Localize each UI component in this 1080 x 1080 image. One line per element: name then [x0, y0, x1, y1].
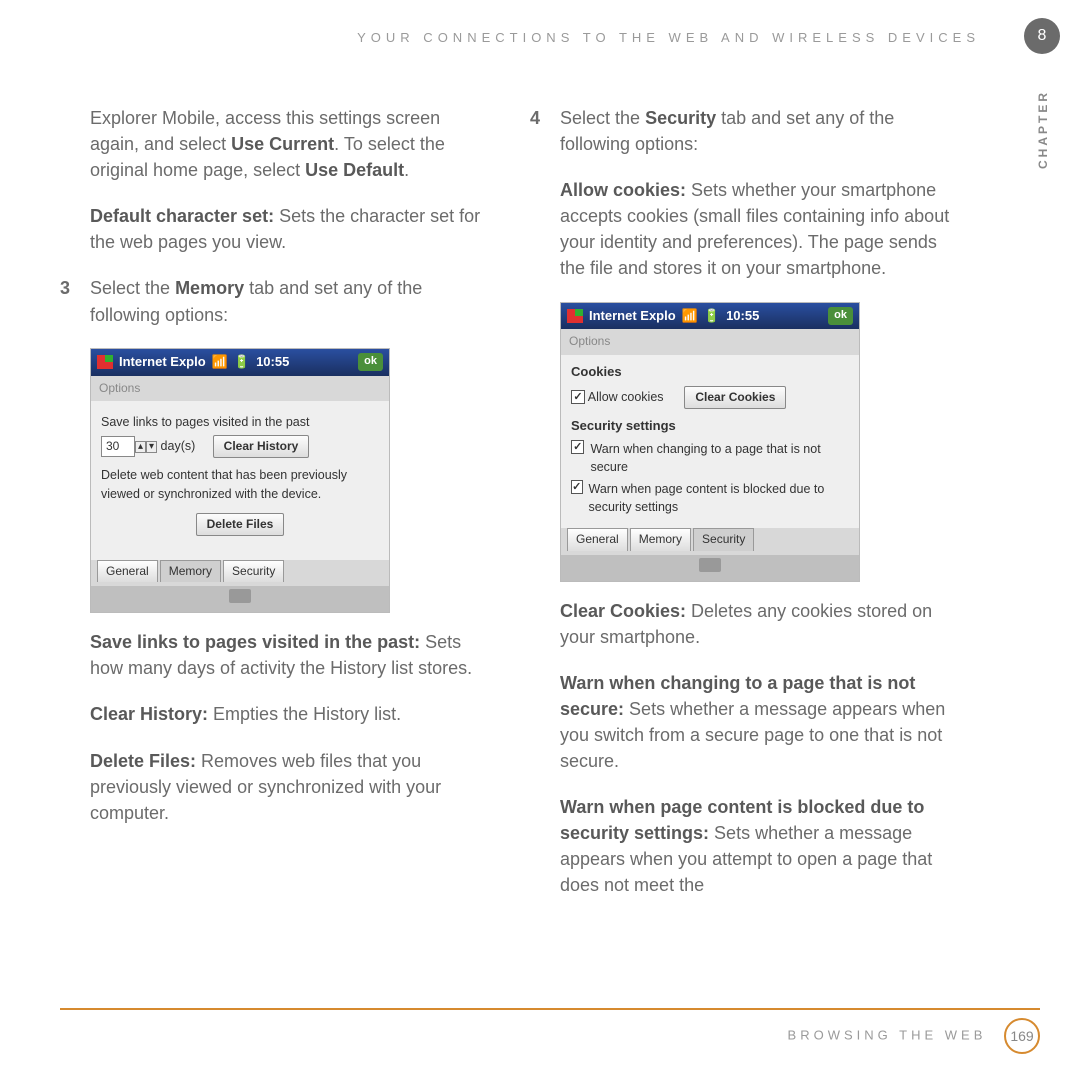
- ss-time: 10:55: [726, 307, 759, 326]
- tab-security[interactable]: Security: [223, 560, 284, 582]
- bold-use-current: Use Current: [231, 134, 334, 154]
- spinner-up-icon[interactable]: ▴: [135, 441, 146, 453]
- footer: BROWSING THE WEB 169: [60, 1008, 1040, 1054]
- keyboard-icon: [229, 589, 251, 603]
- signal-icon: 📶: [212, 353, 228, 372]
- signal-icon: 📶: [682, 307, 698, 326]
- bold-clear-history: Clear History:: [90, 704, 208, 724]
- ss-tabs: General Memory Security: [91, 560, 389, 586]
- ss-tabs: General Memory Security: [561, 528, 859, 554]
- clear-cookies-button[interactable]: Clear Cookies: [684, 386, 786, 409]
- cookies-section-title: Cookies: [571, 363, 849, 382]
- ss-titlebar: Internet Explo 📶 🔋 10:55 ok: [561, 303, 859, 330]
- warn-insecure-checkbox[interactable]: ✓: [571, 440, 584, 454]
- footer-section-title: BROWSING THE WEB: [788, 1027, 987, 1042]
- tab-memory[interactable]: Memory: [630, 528, 691, 550]
- step-4: 4 Select the Security tab and set any of…: [530, 105, 960, 157]
- para-default-charset: Default character set: Sets the characte…: [60, 203, 490, 255]
- text: .: [404, 160, 409, 180]
- ss-titlebar: Internet Explo 📶 🔋 10:55 ok: [91, 349, 389, 376]
- tab-memory[interactable]: Memory: [160, 560, 221, 582]
- text: Select the: [560, 108, 645, 128]
- text: Empties the History list.: [208, 704, 401, 724]
- days-unit: day(s): [161, 439, 196, 453]
- right-column: 4 Select the Security tab and set any of…: [530, 105, 960, 919]
- clear-history-button[interactable]: Clear History: [213, 435, 310, 458]
- para-warn-insecure: Warn when changing to a page that is not…: [530, 670, 960, 774]
- windows-flag-icon: [567, 309, 583, 323]
- ss-keyboard-bar[interactable]: [91, 586, 389, 612]
- warn-blocked-label: Warn when page content is blocked due to…: [589, 480, 850, 516]
- left-column: Explorer Mobile, access this settings sc…: [60, 105, 490, 919]
- screenshot-security-options: Internet Explo 📶 🔋 10:55 ok Options Cook…: [560, 302, 860, 582]
- bold-security: Security: [645, 108, 716, 128]
- running-head: YOUR CONNECTIONS TO THE WEB AND WIRELESS…: [60, 30, 1020, 45]
- ss-save-links-label: Save links to pages visited in the past: [101, 413, 379, 431]
- ss-body: Cookies ✓ Allow cookies Clear Cookies Se…: [561, 355, 859, 529]
- ss-time: 10:55: [256, 353, 289, 372]
- spinner-down-icon[interactable]: ▾: [146, 441, 157, 453]
- warn-blocked-row: ✓ Warn when page content is blocked due …: [571, 480, 849, 516]
- step-number: 3: [60, 275, 78, 327]
- security-section-title: Security settings: [571, 417, 849, 436]
- ss-app-title: Internet Explo: [119, 353, 206, 372]
- allow-cookies-checkbox[interactable]: ✓: [571, 390, 585, 404]
- ss-delete-desc: Delete web content that has been previou…: [101, 466, 379, 502]
- tab-general[interactable]: General: [567, 528, 628, 550]
- step-number: 4: [530, 105, 548, 157]
- warn-blocked-checkbox[interactable]: ✓: [571, 480, 583, 494]
- chapter-label-vertical: CHAPTER: [1036, 90, 1050, 169]
- ss-app-title: Internet Explo: [589, 307, 676, 326]
- bold-memory: Memory: [175, 278, 244, 298]
- page-number-badge: 169: [1004, 1018, 1040, 1054]
- text: Select the: [90, 278, 175, 298]
- ss-subtitle: Options: [91, 376, 389, 401]
- bold-use-default: Use Default: [305, 160, 404, 180]
- ss-body: Save links to pages visited in the past …: [91, 401, 389, 560]
- para-use-current: Explorer Mobile, access this settings sc…: [60, 105, 490, 183]
- ss-keyboard-bar[interactable]: [561, 555, 859, 581]
- para-allow-cookies: Allow cookies: Sets whether your smartph…: [530, 177, 960, 281]
- screenshot-memory-options: Internet Explo 📶 🔋 10:55 ok Options Save…: [90, 348, 390, 614]
- ss-delete-row: Delete Files: [101, 513, 379, 536]
- warn-insecure-row: ✓ Warn when changing to a page that is n…: [571, 440, 849, 476]
- warn-insecure-label: Warn when changing to a page that is not…: [590, 440, 849, 476]
- ok-button[interactable]: ok: [828, 307, 853, 325]
- para-delete-files: Delete Files: Removes web files that you…: [60, 748, 490, 826]
- para-save-links: Save links to pages visited in the past:…: [60, 629, 490, 681]
- tab-general[interactable]: General: [97, 560, 158, 582]
- content-columns: Explorer Mobile, access this settings sc…: [60, 105, 1020, 919]
- step-text: Select the Memory tab and set any of the…: [90, 275, 490, 327]
- bold-delete-files: Delete Files:: [90, 751, 196, 771]
- battery-icon: 🔋: [234, 353, 250, 372]
- para-warn-blocked: Warn when page content is blocked due to…: [530, 794, 960, 898]
- bold-allow-cookies: Allow cookies:: [560, 180, 686, 200]
- para-clear-cookies: Clear Cookies: Deletes any cookies store…: [530, 598, 960, 650]
- battery-icon: 🔋: [704, 307, 720, 326]
- days-input[interactable]: 30: [101, 436, 135, 457]
- chapter-number-badge: 8: [1024, 18, 1060, 54]
- ss-days-row: 30▴▾ day(s) Clear History: [101, 435, 379, 458]
- windows-flag-icon: [97, 355, 113, 369]
- delete-files-button[interactable]: Delete Files: [196, 513, 285, 536]
- bold-clear-cookies: Clear Cookies:: [560, 601, 686, 621]
- tab-security[interactable]: Security: [693, 528, 754, 550]
- step-text: Select the Security tab and set any of t…: [560, 105, 960, 157]
- allow-cookies-label: Allow cookies: [588, 390, 664, 404]
- para-clear-history: Clear History: Empties the History list.: [60, 701, 490, 727]
- bold-default-charset: Default character set:: [90, 206, 274, 226]
- keyboard-icon: [699, 558, 721, 572]
- allow-cookies-row: ✓ Allow cookies Clear Cookies: [571, 386, 849, 409]
- step-3: 3 Select the Memory tab and set any of t…: [60, 275, 490, 327]
- ok-button[interactable]: ok: [358, 353, 383, 371]
- ss-subtitle: Options: [561, 329, 859, 354]
- bold-save-links: Save links to pages visited in the past:: [90, 632, 420, 652]
